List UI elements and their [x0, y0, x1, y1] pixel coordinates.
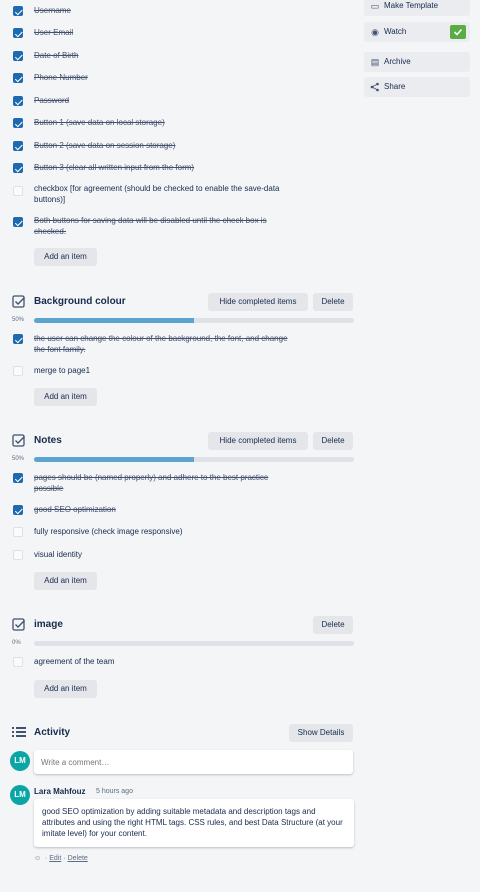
item-checkbox[interactable] [13, 96, 23, 106]
activity-title: Activity [34, 727, 71, 738]
edit-comment-link[interactable]: Edit [49, 855, 61, 862]
comment-time[interactable]: 5 hours ago [96, 788, 133, 795]
hide-completed-button[interactable]: Hide completed items [208, 432, 308, 450]
item-checkbox[interactable] [13, 527, 23, 537]
item-text[interactable]: Both buttons for saving data will be dis… [34, 215, 296, 237]
item-checkbox[interactable] [13, 550, 23, 560]
item-checkbox[interactable] [13, 51, 23, 61]
progress-fill [34, 457, 194, 462]
progress-bar [34, 641, 354, 646]
archive-label: Archive [384, 57, 411, 66]
eye-icon: ◉ [371, 27, 379, 37]
checklist-icon [12, 434, 25, 447]
item-text[interactable]: User Email [34, 27, 296, 38]
activity-list-icon [12, 727, 26, 737]
action-separator: · [44, 855, 48, 862]
watch-button[interactable]: ◉ Watch [364, 22, 470, 42]
show-details-button[interactable]: Show Details [289, 724, 353, 742]
comment-body: good SEO optimization by adding suitable… [34, 799, 354, 847]
item-checkbox[interactable] [13, 217, 23, 227]
item-text[interactable]: pages should be (named properly) and adh… [34, 472, 296, 494]
item-text[interactable]: the user can change the colour of the ba… [34, 333, 296, 355]
item-checkbox[interactable] [13, 366, 23, 376]
item-checkbox[interactable] [13, 28, 23, 38]
delete-checklist-button[interactable]: Delete [313, 432, 353, 450]
progress-percent: 50% [12, 456, 25, 462]
add-item-button[interactable]: Add an item [34, 388, 97, 406]
delete-checklist-button[interactable]: Delete [313, 293, 353, 311]
add-item-button[interactable]: Add an item [34, 680, 97, 698]
comment-text: good SEO optimization by adding suitable… [42, 807, 343, 838]
item-text[interactable]: Phone Number [34, 72, 296, 83]
item-text[interactable]: Button 2 (save data on session storage) [34, 140, 296, 151]
item-text[interactable]: merge to page1 [34, 365, 296, 376]
item-checkbox[interactable] [13, 141, 23, 151]
item-text[interactable]: Password [34, 95, 296, 106]
make-template-button[interactable]: ▭ Make Template [364, 0, 470, 16]
item-checkbox[interactable] [13, 6, 23, 16]
item-text[interactable]: fully responsive (check image responsive… [34, 526, 296, 537]
item-checkbox[interactable] [13, 186, 23, 196]
item-text[interactable]: Button 3 (clear all written input from t… [34, 162, 296, 173]
add-item-button[interactable]: Add an item [34, 248, 97, 266]
progress-fill [34, 318, 194, 323]
comment-author[interactable]: Lara Mahfouz [34, 787, 86, 796]
make-template-label: Make Template [384, 1, 439, 10]
checklist-title: image [34, 619, 63, 630]
item-text[interactable]: good SEO optimization [34, 504, 296, 515]
progress-percent: 50% [12, 317, 25, 323]
item-text[interactable]: Date of Birth [34, 50, 296, 61]
delete-checklist-button[interactable]: Delete [313, 616, 353, 634]
template-icon: ▭ [370, 1, 380, 11]
archive-icon: ▤ [370, 57, 380, 67]
comment-actions: ☺ · Edit · Delete [34, 855, 88, 862]
delete-comment-link[interactable]: Delete [68, 855, 88, 862]
action-separator: · [63, 855, 66, 862]
checklist-title: Notes [34, 435, 62, 446]
item-checkbox[interactable] [13, 505, 23, 515]
add-item-button[interactable]: Add an item [34, 572, 97, 590]
emoji-reaction-icon[interactable]: ☺ [34, 855, 43, 862]
checklist-icon [12, 618, 25, 631]
checklist-icon [12, 295, 25, 308]
item-text[interactable]: visual identity [34, 549, 296, 560]
watch-check-icon [450, 25, 466, 39]
progress-bar [34, 318, 354, 323]
item-checkbox[interactable] [13, 118, 23, 128]
hide-completed-button[interactable]: Hide completed items [208, 293, 308, 311]
item-checkbox[interactable] [13, 163, 23, 173]
progress-percent: 0% [12, 640, 21, 646]
archive-button[interactable]: ▤ Archive [364, 52, 470, 72]
share-label: Share [384, 82, 406, 91]
item-text[interactable]: Button 1 (save data on local storage) [34, 117, 296, 128]
watch-label: Watch [384, 27, 407, 36]
item-checkbox[interactable] [13, 73, 23, 83]
share-button[interactable]: Share [364, 77, 470, 97]
item-checkbox[interactable] [13, 334, 23, 344]
avatar[interactable]: LM [10, 751, 30, 771]
checklist-title: Background colour [34, 296, 126, 307]
share-icon [370, 77, 380, 99]
progress-bar [34, 457, 354, 462]
item-checkbox[interactable] [13, 657, 23, 667]
item-text[interactable]: Username [34, 5, 296, 16]
item-text[interactable]: checkbox [for agreement (should be check… [34, 183, 296, 205]
item-text[interactable]: agreement of the team [34, 656, 296, 667]
item-checkbox[interactable] [13, 473, 23, 483]
comment-input[interactable] [34, 750, 353, 774]
avatar[interactable]: LM [10, 785, 30, 805]
